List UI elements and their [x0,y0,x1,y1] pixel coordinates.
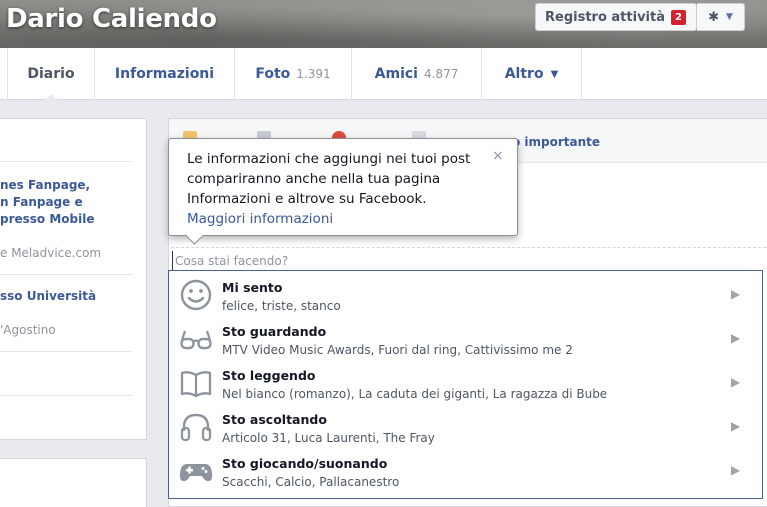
tooltip-message: Le informazioni che aggiungi nei tuoi po… [187,151,471,207]
divider [171,247,766,248]
work-link[interactable]: n Fanpage e [0,194,83,211]
list-item-listening[interactable]: Sto ascoltando Articolo 31, Luca Laurent… [169,405,762,449]
tab-label: Altro [504,66,544,82]
list-item-playing[interactable]: Sto giocando/suonando Scacchi, Calcio, P… [169,449,762,493]
learn-more-link[interactable]: Maggiori informazioni [187,211,333,227]
chevron-down-icon: ▼ [550,68,559,80]
life-event-label[interactable]: o importante [512,135,600,149]
gear-icon: ✱ [708,9,719,25]
item-subtitle: MTV Video Music Awards, Fuori dal ring, … [222,343,573,357]
tooltip-text: Le informazioni che aggiungi nei tuoi po… [187,149,482,229]
status-input[interactable] [172,251,732,271]
tab-diario[interactable]: Diario [8,48,95,101]
education-detail: 'Agostino [0,323,56,337]
item-title: Mi sento [222,280,283,295]
tab-count: 1.391 [296,67,331,81]
item-title: Sto ascoltando [222,412,327,427]
work-detail: e Meladvice.com [0,246,102,260]
chevron-down-icon: ▼ [725,12,733,22]
gamepad-icon [179,464,213,482]
left-intro-box: nes Fanpage, n Fanpage e presso Mobile e… [0,118,147,440]
list-item-feeling[interactable]: Mi sento felice, triste, stanco ▶ [169,273,762,317]
glasses-icon [180,330,212,350]
chevron-right-icon: ▶ [731,375,741,389]
close-icon[interactable]: × [492,148,504,164]
work-link[interactable]: nes Fanpage, [0,177,90,194]
info-tooltip: Le informazioni che aggiungi nei tuoi po… [168,138,518,236]
work-link[interactable]: presso Mobile [0,211,95,228]
book-icon [180,371,212,398]
cover-photo: Dario Caliendo Registro attività 2 ✱ ▼ [0,0,767,48]
item-subtitle: Nel bianco (romanzo), La caduta dei giga… [222,387,608,401]
education-link[interactable]: sso Università [0,288,96,305]
chevron-right-icon: ▶ [731,419,741,433]
tab-count: 4.877 [423,67,459,81]
profile-nav: Diario Informazioni Foto 1.391 Amici 4.8… [0,48,767,101]
item-title: Sto guardando [222,324,327,339]
notification-badge: 2 [670,9,686,25]
activity-log-button[interactable]: Registro attività 2 [535,3,697,31]
tab-label: Foto [255,66,291,82]
item-subtitle: Articolo 31, Luca Laurenti, The Fray [222,431,435,445]
chevron-right-icon: ▶ [731,331,741,345]
item-subtitle: felice, triste, stanco [222,299,341,313]
tab-amici[interactable]: Amici 4.877 [352,48,482,100]
smiley-icon [180,279,212,311]
tab-altro[interactable]: Altro ▼ [482,48,582,100]
divider [0,161,132,162]
item-subtitle: Scacchi, Calcio, Pallacanestro [222,475,400,489]
headphones-icon [180,413,212,442]
divider [0,351,132,352]
chevron-right-icon: ▶ [731,463,741,477]
tab-spacer [0,48,8,100]
tab-label: Amici [374,66,418,82]
tab-foto[interactable]: Foto 1.391 [235,48,352,100]
tab-informazioni[interactable]: Informazioni [95,48,235,100]
tab-label: Diario [27,66,75,82]
settings-button[interactable]: ✱ ▼ [697,3,745,31]
list-item-reading[interactable]: Sto leggendo Nel bianco (romanzo), La ca… [169,361,762,405]
left-box-secondary [0,458,147,507]
divider [0,395,132,396]
chevron-right-icon: ▶ [731,287,741,301]
item-title: Sto leggendo [222,368,316,383]
activity-log-label: Registro attività [545,9,665,25]
divider [0,274,132,275]
profile-name[interactable]: Dario Caliendo [6,4,217,34]
tab-label: Informazioni [114,66,215,82]
list-item-watching[interactable]: Sto guardando MTV Video Music Awards, Fu… [169,317,762,361]
activity-list: Mi sento felice, triste, stanco ▶ Sto gu… [168,270,763,499]
item-title: Sto giocando/suonando [222,456,388,471]
